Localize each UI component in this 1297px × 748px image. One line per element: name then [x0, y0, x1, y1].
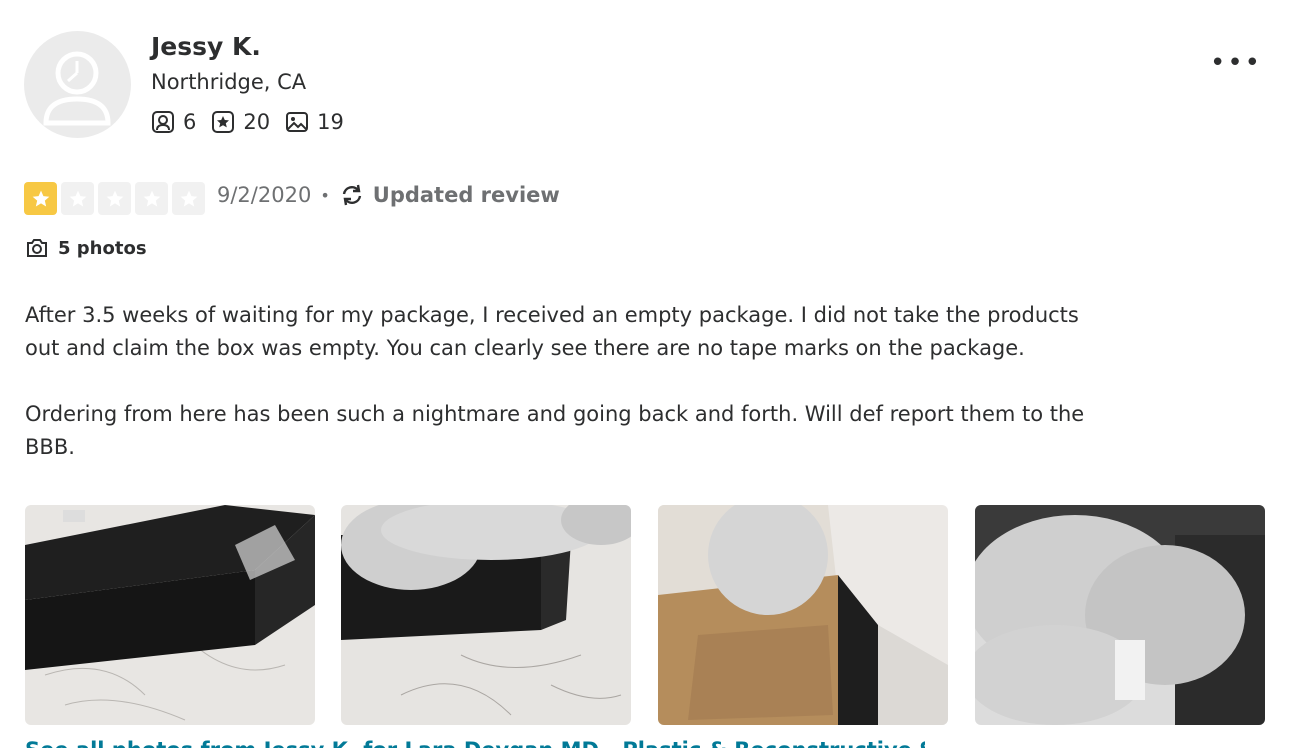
star-badge-icon — [212, 111, 235, 133]
image-icon — [286, 112, 309, 132]
user-name[interactable]: Jessy K. — [151, 32, 261, 61]
friends-icon — [152, 111, 174, 133]
photos-count: 19 — [317, 110, 344, 134]
review-photo[interactable] — [658, 505, 948, 725]
reviews-stat: 20 — [211, 110, 270, 134]
review-paragraph: Ordering from here has been such a night… — [25, 402, 1085, 459]
reviews-count: 20 — [243, 110, 271, 134]
star-filled-icon — [24, 182, 57, 215]
user-stats: 6 20 19 — [151, 110, 359, 134]
user-location: Northridge, CA — [151, 70, 307, 94]
photos-link-label[interactable]: 5 photos — [58, 238, 147, 259]
separator-dot: • — [320, 185, 330, 205]
refresh-icon — [342, 184, 361, 206]
photos-caption-link[interactable]: See all photos from Jessy K. for Lara De… — [25, 738, 925, 748]
photos-link[interactable]: 5 photos — [25, 236, 147, 260]
review-paragraph: After 3.5 weeks of waiting for my packag… — [25, 303, 1079, 360]
more-options-button[interactable]: ••• — [1210, 48, 1262, 78]
review-photo[interactable] — [341, 505, 631, 725]
more-dots-icon: ••• — [1210, 48, 1263, 78]
review-meta: 9/2/2020 • Updated review — [217, 183, 560, 207]
updated-review-text: Updated review — [372, 183, 560, 207]
star-empty-icon — [98, 182, 131, 215]
user-avatar[interactable] — [24, 31, 131, 138]
review-photo[interactable] — [975, 505, 1265, 725]
friends-count: 6 — [183, 110, 197, 134]
review-photo[interactable] — [25, 505, 315, 725]
review-date: 9/2/2020 — [217, 183, 312, 207]
star-empty-icon — [135, 182, 168, 215]
updated-review-label: Updated review — [339, 183, 560, 207]
camera-icon — [27, 239, 47, 257]
star-rating — [24, 182, 209, 215]
star-empty-icon — [61, 182, 94, 215]
review-text: After 3.5 weeks of waiting for my packag… — [25, 299, 1115, 497]
photos-stat: 19 — [285, 110, 344, 134]
star-empty-icon — [172, 182, 205, 215]
friends-stat: 6 — [151, 110, 196, 134]
